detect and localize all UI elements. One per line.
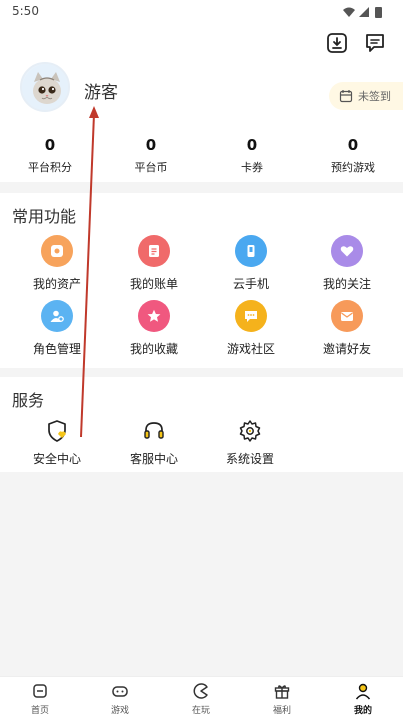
- profile-header: 游客 未签到 0 平台积分 0 平台币 0 卡券 0 预约游戏: [0, 26, 403, 182]
- battery-icon: [375, 7, 382, 18]
- service-security-center[interactable]: 安全中心: [17, 418, 97, 467]
- calendar-icon: [339, 90, 353, 103]
- shield-icon: [44, 418, 70, 444]
- feature-my-follows[interactable]: 我的关注: [307, 235, 387, 292]
- playing-icon: [191, 682, 211, 700]
- message-icon[interactable]: [362, 30, 388, 56]
- service-system-settings[interactable]: 系统设置: [210, 418, 290, 467]
- username[interactable]: 游客: [84, 78, 118, 103]
- service-customer-center[interactable]: 客服中心: [114, 418, 194, 467]
- role-icon: [41, 300, 73, 332]
- stat-value: 0: [44, 136, 56, 154]
- service-label: 安全中心: [32, 452, 81, 466]
- stat-value: 0: [246, 136, 258, 154]
- checkin-button[interactable]: 未签到: [329, 82, 403, 110]
- headset-icon: [141, 418, 167, 444]
- stat-coupons[interactable]: 0 卡券: [212, 136, 292, 175]
- home-icon: [30, 682, 50, 700]
- tab-label: 我的: [353, 706, 372, 716]
- section-title: 常用功能: [12, 207, 77, 226]
- asset-icon: [41, 235, 73, 267]
- stat-label: 预约游戏: [331, 161, 375, 174]
- tab-home[interactable]: 首页: [10, 682, 70, 716]
- community-icon: [235, 300, 267, 332]
- status-time: 5:50: [12, 4, 39, 18]
- service-label: 系统设置: [225, 452, 274, 466]
- stats-row: 0 平台积分 0 平台币 0 卡券 0 预约游戏: [0, 136, 403, 176]
- download-icon[interactable]: [324, 30, 350, 56]
- profile-icon: [353, 682, 373, 700]
- wifi-icon: [343, 7, 355, 17]
- status-icons: [343, 7, 382, 18]
- feature-my-bill[interactable]: 我的账单: [114, 235, 194, 292]
- tab-welfare[interactable]: 福利: [252, 682, 312, 716]
- invite-icon: [331, 300, 363, 332]
- tab-playing[interactable]: 在玩: [171, 682, 231, 716]
- services-section: 服务 安全中心 客服中心 系统设置: [0, 377, 403, 472]
- tab-mine[interactable]: 我的: [333, 682, 393, 716]
- feature-label: 我的收藏: [129, 342, 178, 356]
- stat-label: 平台积分: [28, 161, 72, 174]
- service-label: 客服中心: [129, 452, 178, 466]
- star-icon: [138, 300, 170, 332]
- feature-my-favorites[interactable]: 我的收藏: [114, 300, 194, 357]
- feature-label: 游戏社区: [226, 342, 275, 356]
- stat-points[interactable]: 0 平台积分: [10, 136, 90, 175]
- avatar[interactable]: [20, 62, 70, 112]
- bottom-tab-bar: 首页 游戏 在玩 福利 我的: [0, 676, 403, 718]
- stat-reserved-games[interactable]: 0 预约游戏: [313, 136, 393, 175]
- tab-label: 在玩: [191, 706, 210, 716]
- feature-invite-friends[interactable]: 邀请好友: [307, 300, 387, 357]
- feature-label: 我的资产: [32, 277, 81, 291]
- gift-icon: [272, 682, 292, 700]
- features-section: 常用功能 我的资产 我的账单 云手机 我的关注 角色管理 我的收藏 游戏社区 邀…: [0, 193, 403, 368]
- tab-games[interactable]: 游戏: [90, 682, 150, 716]
- feature-label: 我的关注: [322, 277, 371, 291]
- stat-coins[interactable]: 0 平台币: [111, 136, 191, 175]
- stat-label: 平台币: [134, 161, 168, 174]
- feature-cloud-phone[interactable]: 云手机: [211, 235, 291, 292]
- cloud-phone-icon: [235, 235, 267, 267]
- tab-label: 游戏: [110, 706, 129, 716]
- stat-value: 0: [347, 136, 359, 154]
- feature-label: 我的账单: [129, 277, 178, 291]
- checkin-label: 未签到: [358, 90, 391, 103]
- feature-my-assets[interactable]: 我的资产: [17, 235, 97, 292]
- gear-icon: [237, 418, 263, 444]
- feature-label: 角色管理: [32, 342, 81, 356]
- feature-label: 邀请好友: [322, 342, 371, 356]
- stat-label: 卡券: [241, 161, 263, 174]
- section-title: 服务: [12, 391, 45, 410]
- bill-icon: [138, 235, 170, 267]
- heart-icon: [331, 235, 363, 267]
- tab-label: 首页: [30, 706, 49, 716]
- feature-role-management[interactable]: 角色管理: [17, 300, 97, 357]
- signal-icon: [359, 7, 369, 17]
- feature-label: 云手机: [232, 277, 269, 291]
- tab-label: 福利: [272, 706, 291, 716]
- stat-value: 0: [145, 136, 157, 154]
- status-bar: 5:50: [0, 0, 403, 26]
- gamepad-icon: [110, 682, 130, 700]
- cat-avatar-icon: [22, 64, 68, 110]
- feature-game-community[interactable]: 游戏社区: [211, 300, 291, 357]
